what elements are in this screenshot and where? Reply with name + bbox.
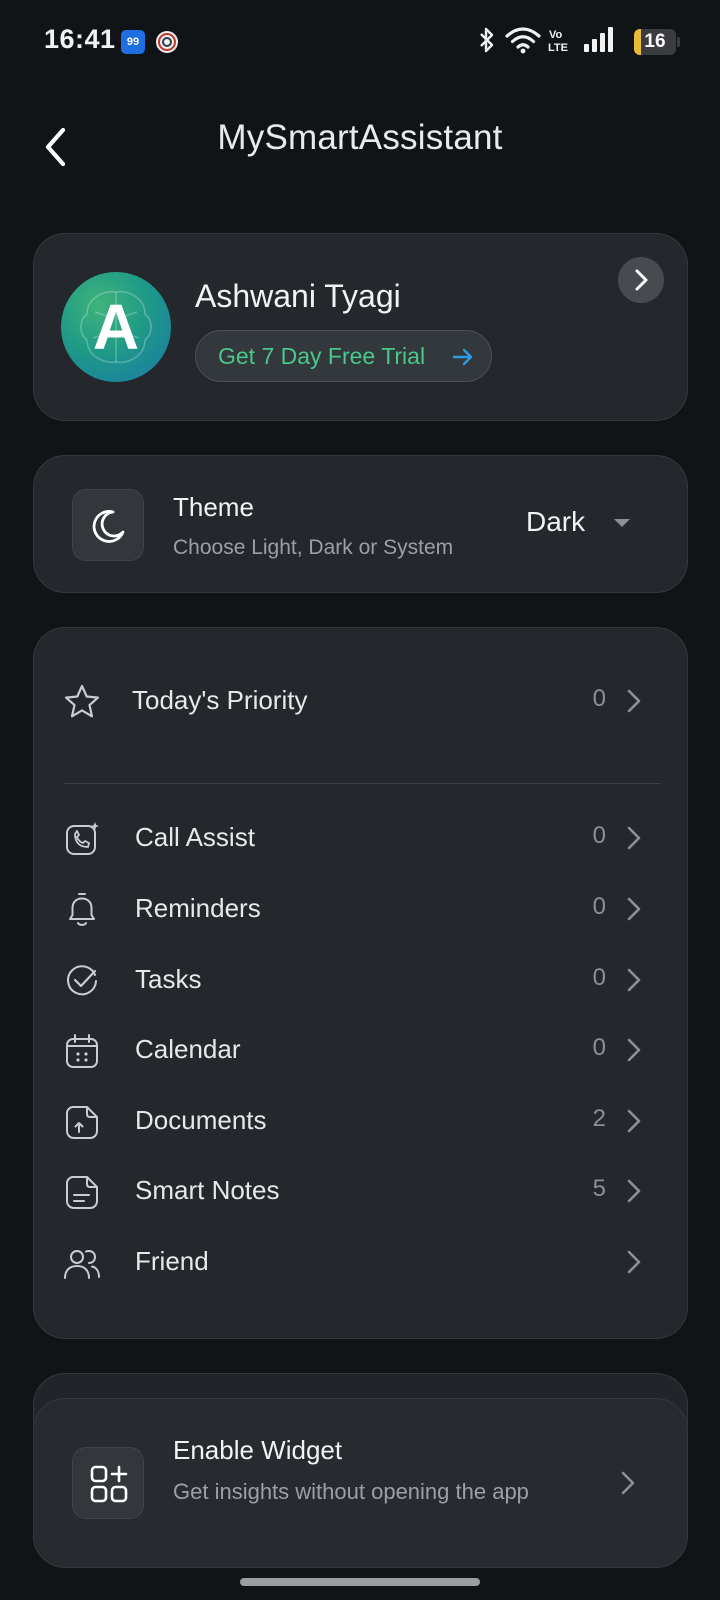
app-header: MySmartAssistant	[0, 100, 720, 180]
widget-add-icon	[90, 1465, 128, 1503]
battery-level: 16	[644, 31, 666, 52]
menu-item-calendar[interactable]: Calendar 0	[34, 1017, 689, 1083]
menu-count: 0	[592, 893, 606, 920]
avatar-initial: A	[92, 291, 140, 363]
battery-icon: 16	[634, 29, 680, 55]
document-upload-icon	[66, 1106, 98, 1139]
status-time: 16:41	[44, 24, 116, 54]
menu-item-friend[interactable]: Friend	[34, 1229, 689, 1295]
chevron-right-icon	[627, 897, 641, 921]
menu-item-tasks[interactable]: Tasks 0	[34, 947, 689, 1013]
theme-title: Theme	[173, 492, 254, 522]
chevron-right-icon	[627, 689, 641, 713]
arrow-right-icon	[452, 348, 473, 366]
calendar-icon	[66, 1034, 98, 1068]
theme-dropdown[interactable]: Dark	[514, 498, 654, 548]
profile-name: Ashwani Tyagi	[195, 278, 401, 314]
menu-label: Friend	[135, 1246, 209, 1276]
chevron-down-icon	[614, 519, 630, 527]
menu-divider	[64, 783, 661, 784]
bluetooth-icon	[480, 27, 494, 53]
check-circle-icon	[67, 965, 97, 996]
menu-label: Documents	[135, 1105, 267, 1135]
note-icon	[66, 1176, 98, 1209]
menu-label: Smart Notes	[135, 1175, 280, 1205]
theme-subtitle: Choose Light, Dark or System	[173, 536, 454, 559]
moon-icon	[92, 510, 125, 543]
chevron-right-icon	[627, 968, 641, 992]
notification-badge-icon: 99	[121, 30, 145, 54]
svg-text:LTE: LTE	[548, 42, 568, 54]
menu-label: Calendar	[135, 1034, 241, 1064]
menu-item-smart-notes[interactable]: Smart Notes 5	[34, 1158, 689, 1224]
chevron-right-icon	[627, 1250, 641, 1274]
menu-count: 0	[592, 685, 606, 712]
menu-label: Reminders	[135, 893, 261, 923]
chevron-right-icon	[627, 1179, 641, 1203]
wifi-icon	[505, 27, 541, 54]
app-notification-icon	[156, 31, 178, 53]
menu-item-reminders[interactable]: Reminders 0	[34, 876, 689, 942]
home-indicator[interactable]	[240, 1578, 480, 1586]
volte-icon: Vo LTE	[548, 29, 568, 54]
menu-count: 0	[592, 822, 606, 849]
chevron-right-icon	[621, 1471, 635, 1495]
free-trial-label: Get 7 Day Free Trial	[218, 343, 426, 369]
signal-icon	[584, 27, 613, 52]
svg-text:Vo: Vo	[549, 29, 563, 41]
chevron-right-icon	[627, 1038, 641, 1062]
menu-count: 5	[592, 1175, 606, 1202]
menu-label: Today's Priority	[132, 685, 308, 715]
friends-icon	[64, 1249, 100, 1279]
menu-count: 0	[592, 1034, 606, 1061]
free-trial-button[interactable]: Get 7 Day Free Trial	[195, 330, 492, 382]
status-bar: 16:41 99 Vo LTE 16	[0, 0, 720, 80]
profile-card[interactable]: A Ashwani Tyagi Get 7 Day Free Trial	[33, 233, 688, 421]
widget-subtitle: Get insights without opening the app	[173, 1479, 529, 1504]
chevron-right-icon[interactable]	[618, 257, 664, 303]
theme-value: Dark	[526, 506, 586, 537]
widget-title: Enable Widget	[173, 1435, 343, 1465]
menu-item-call-assist[interactable]: Call Assist 0	[34, 805, 689, 871]
call-assist-icon	[66, 822, 99, 855]
menu-item-documents[interactable]: Documents 2	[34, 1088, 689, 1154]
enable-widget-card[interactable]: Enable Widget Get insights without openi…	[33, 1398, 688, 1568]
chevron-right-icon	[627, 1109, 641, 1133]
menu-label: Call Assist	[135, 822, 255, 852]
menu-count: 2	[592, 1105, 606, 1132]
avatar: A	[61, 272, 171, 382]
menu-card: Today's Priority 0 Call Assist 0 Reminde…	[33, 627, 688, 1339]
bell-icon	[69, 893, 95, 926]
menu-count: 0	[592, 964, 606, 991]
theme-card: Theme Choose Light, Dark or System Dark	[33, 455, 688, 593]
chevron-right-icon	[627, 826, 641, 850]
theme-icon-tile	[72, 489, 144, 561]
page-title: MySmartAssistant	[217, 118, 503, 157]
star-icon	[64, 684, 100, 718]
menu-label: Tasks	[135, 964, 202, 994]
menu-item-todays-priority[interactable]: Today's Priority 0	[34, 668, 689, 734]
widget-icon-tile	[72, 1447, 144, 1519]
